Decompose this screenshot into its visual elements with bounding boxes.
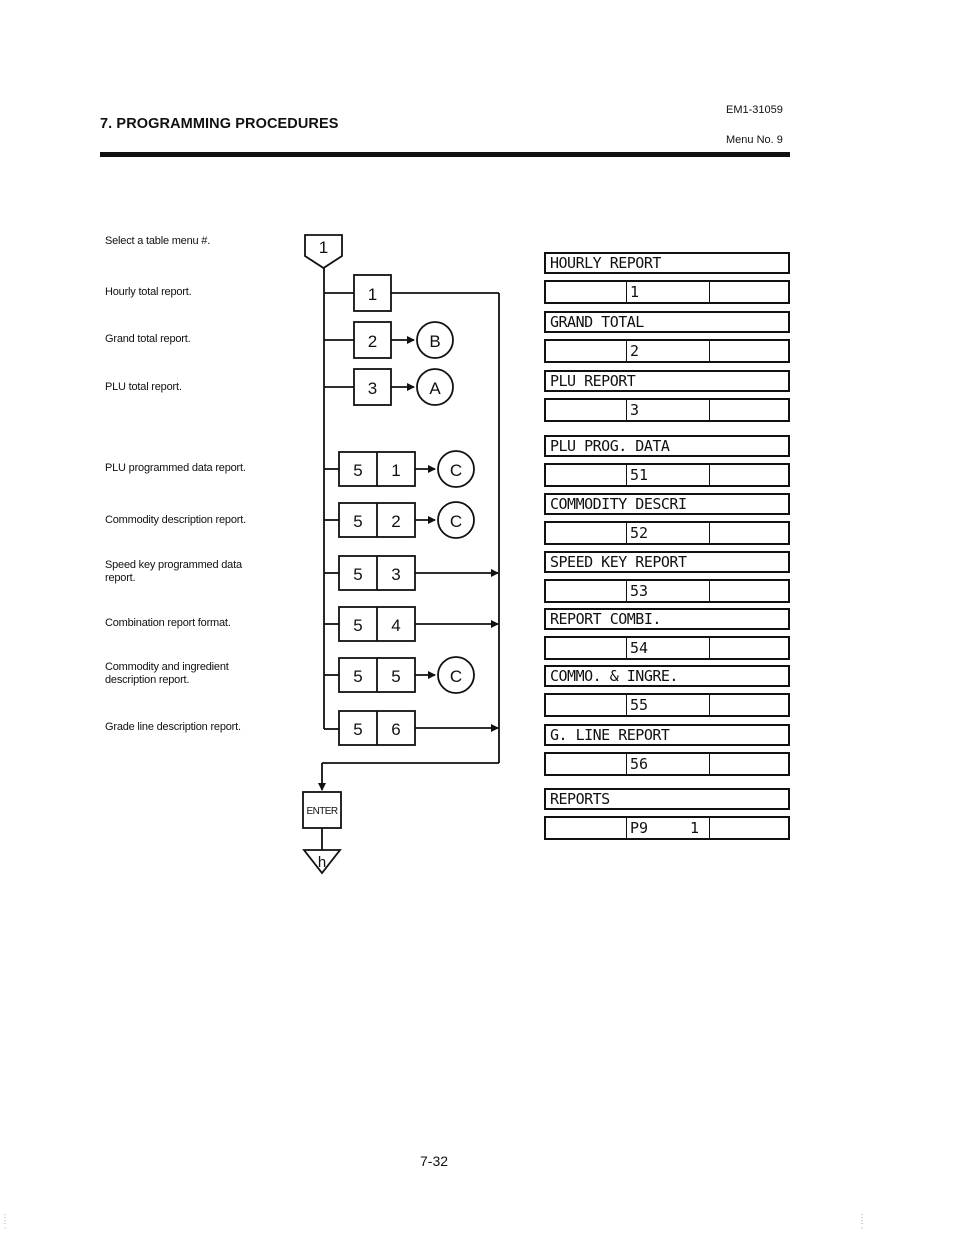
- scan-artifact-left: :: ·: [4, 1213, 7, 1232]
- page-number: 7-32: [420, 1153, 449, 1169]
- display-code: 2: [630, 342, 640, 360]
- connector-a-label: A: [429, 379, 441, 398]
- display-code: P9: [630, 819, 649, 837]
- connector-b-label: B: [429, 332, 440, 351]
- display-title: COMMODITY DESCRI: [544, 493, 790, 515]
- display-plu-report: PLU REPORT 3: [544, 370, 790, 422]
- header-rule: [100, 152, 790, 157]
- key-2-label: 2: [368, 332, 377, 351]
- key-54-digit-1: 5: [353, 616, 362, 635]
- description-grand-total: Grand total report.: [105, 333, 191, 345]
- key-53-digit-2: 3: [391, 565, 400, 584]
- display-title: REPORTS: [544, 788, 790, 810]
- display-extra: 1: [689, 819, 699, 837]
- display-g-line-report: G. LINE REPORT 56: [544, 724, 790, 776]
- display-code: 54: [630, 639, 649, 657]
- display-title: PLU PROG. DATA: [544, 435, 790, 457]
- end-symbol-label: h: [318, 854, 326, 871]
- description-combination: Combination report format.: [105, 617, 231, 629]
- display-row: 52: [544, 521, 790, 545]
- display-speed-key-report: SPEED KEY REPORT 53: [544, 551, 790, 603]
- display-row: 53: [544, 579, 790, 603]
- display-row: P9 1: [544, 816, 790, 840]
- description-grade-line: Grade line description report.: [105, 721, 241, 733]
- description-select-menu: Select a table menu #.: [105, 235, 211, 247]
- scan-artifact-right: :: ·: [861, 1213, 864, 1232]
- connector-c-51-label: C: [450, 461, 462, 480]
- display-row: 1: [544, 280, 790, 304]
- display-hourly-report: HOURLY REPORT 1: [544, 252, 790, 304]
- display-row: 56: [544, 752, 790, 776]
- description-commodity-ingredient: Commodity and ingredient description rep…: [105, 661, 229, 686]
- connector-c-52-label: C: [450, 512, 462, 531]
- start-symbol-label: 1: [319, 238, 328, 257]
- key-55-digit-2: 5: [391, 667, 400, 686]
- display-row: 3: [544, 398, 790, 422]
- display-title: REPORT COMBI.: [544, 608, 790, 630]
- description-speed-key: Speed key programmed data report.: [105, 559, 242, 584]
- display-code: 56: [630, 755, 649, 773]
- key-51-digit-2: 1: [391, 461, 400, 480]
- display-title: PLU REPORT: [544, 370, 790, 392]
- display-row: 51: [544, 463, 790, 487]
- description-commodity: Commodity description report.: [105, 514, 246, 526]
- key-53-digit-1: 5: [353, 565, 362, 584]
- key-52-digit-1: 5: [353, 512, 362, 531]
- key-51-digit-1: 5: [353, 461, 362, 480]
- display-title: SPEED KEY REPORT: [544, 551, 790, 573]
- display-title: G. LINE REPORT: [544, 724, 790, 746]
- display-grand-total: GRAND TOTAL 2: [544, 311, 790, 363]
- enter-key-label: ENTER: [307, 806, 338, 817]
- section-title: 7. PROGRAMMING PROCEDURES: [100, 116, 339, 132]
- key-3-label: 3: [368, 379, 377, 398]
- display-reports: REPORTS P9 1: [544, 788, 790, 840]
- display-row: 55: [544, 693, 790, 717]
- display-title: COMMO. & INGRE.: [544, 665, 790, 687]
- display-plu-prog-data: PLU PROG. DATA 51: [544, 435, 790, 487]
- description-plu-total: PLU total report.: [105, 381, 182, 393]
- display-title: GRAND TOTAL: [544, 311, 790, 333]
- document-code: EM1-31059: [726, 104, 783, 116]
- description-hourly: Hourly total report.: [105, 286, 192, 298]
- display-code: 55: [630, 696, 649, 714]
- display-code: 53: [630, 582, 649, 600]
- display-code: 1: [630, 283, 640, 301]
- display-row: 2: [544, 339, 790, 363]
- display-code: 3: [630, 401, 640, 419]
- display-row: 54: [544, 636, 790, 660]
- key-sequence-flowchart: 1 1 2 B 3 A 5 1 C 5 2 C 5 3 5 4 5 5 C 5 …: [302, 234, 500, 875]
- key-56-digit-2: 6: [391, 720, 400, 739]
- key-52-digit-2: 2: [391, 512, 400, 531]
- display-code: 52: [630, 524, 649, 542]
- key-55-digit-1: 5: [353, 667, 362, 686]
- connector-c-55-label: C: [450, 667, 462, 686]
- menu-number: Menu No. 9: [726, 134, 783, 146]
- key-1-label: 1: [368, 285, 377, 304]
- key-56-digit-1: 5: [353, 720, 362, 739]
- display-report-combi: REPORT COMBI. 54: [544, 608, 790, 660]
- display-commo-ingre: COMMO. & INGRE. 55: [544, 665, 790, 717]
- display-code: 51: [630, 466, 649, 484]
- description-plu-programmed: PLU programmed data report.: [105, 462, 246, 474]
- display-title: HOURLY REPORT: [544, 252, 790, 274]
- display-commodity-descri: COMMODITY DESCRI 52: [544, 493, 790, 545]
- key-54-digit-2: 4: [391, 616, 400, 635]
